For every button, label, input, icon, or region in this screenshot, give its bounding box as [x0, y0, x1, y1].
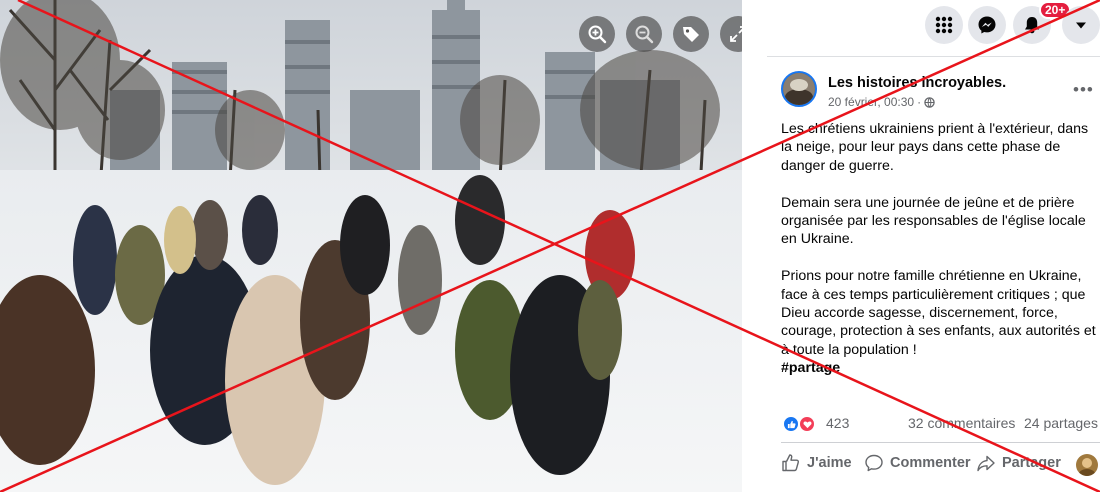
- zoom-out-button[interactable]: [626, 16, 662, 52]
- messenger-button[interactable]: [968, 6, 1006, 44]
- like-reaction-icon[interactable]: [783, 416, 799, 432]
- like-label: J'aime: [807, 455, 852, 471]
- post-meta: 20 février, 00:30 ·: [828, 95, 935, 109]
- comments-count[interactable]: 32 commentaires: [908, 415, 1015, 431]
- post-paragraph: Prions pour notre famille chrétienne en …: [781, 268, 1096, 358]
- post-text: Les chrétiens ukrainiens prient à l'exté…: [781, 120, 1097, 378]
- post-stats: 423 32 commentaires 24 partages: [781, 414, 1100, 434]
- zoom-out-icon: [635, 25, 654, 44]
- comment-button[interactable]: Commenter: [864, 453, 971, 473]
- page-avatar-icon: [1079, 458, 1095, 476]
- post-paragraph: Demain sera une journée de jeûne et de p…: [781, 194, 1086, 248]
- author-avatar[interactable]: [781, 71, 817, 107]
- post-date[interactable]: 20 février, 00:30: [828, 95, 914, 109]
- shares-count[interactable]: 24 partages: [1024, 415, 1098, 431]
- post-author[interactable]: Les histoires incroyables.: [828, 75, 1006, 91]
- post-photo: [0, 0, 742, 492]
- share-button[interactable]: Partager: [976, 453, 1061, 473]
- zoom-in-button[interactable]: [579, 16, 615, 52]
- actions-divider: [781, 442, 1100, 443]
- post-sidebar: 20+ Les histoires incroyables. 20 févrie…: [767, 0, 1100, 492]
- reactions-count[interactable]: 423: [826, 415, 849, 431]
- post-options-button[interactable]: •••: [1073, 80, 1094, 100]
- share-label: Partager: [1002, 455, 1061, 471]
- like-button[interactable]: J'aime: [781, 453, 852, 473]
- topbar-divider: [767, 56, 1100, 57]
- meta-separator: ·: [917, 95, 922, 109]
- tag-photo-button[interactable]: [673, 16, 709, 52]
- account-menu-button[interactable]: [1062, 6, 1100, 44]
- audience-selector[interactable]: [1076, 454, 1098, 476]
- thumbs-up-icon: [782, 454, 800, 472]
- bell-icon: [1025, 17, 1039, 34]
- fullscreen-icon: [730, 26, 742, 42]
- love-reaction-icon[interactable]: [799, 416, 815, 432]
- post-hashtag[interactable]: #partage: [781, 359, 1097, 377]
- pane-separator: [742, 0, 767, 492]
- photo-viewer[interactable]: [0, 0, 742, 492]
- share-icon: [977, 455, 995, 472]
- menu-button[interactable]: [925, 6, 963, 44]
- comment-label: Commenter: [890, 455, 971, 471]
- grid-menu-icon: [935, 16, 953, 34]
- tag-icon: [683, 27, 699, 42]
- zoom-in-icon: [588, 25, 607, 44]
- comment-icon: [865, 454, 883, 472]
- globe-icon: [924, 96, 935, 108]
- caret-down-icon: [1076, 22, 1086, 29]
- messenger-icon: [978, 16, 996, 34]
- post-paragraph: Les chrétiens ukrainiens prient à l'exté…: [781, 121, 1089, 174]
